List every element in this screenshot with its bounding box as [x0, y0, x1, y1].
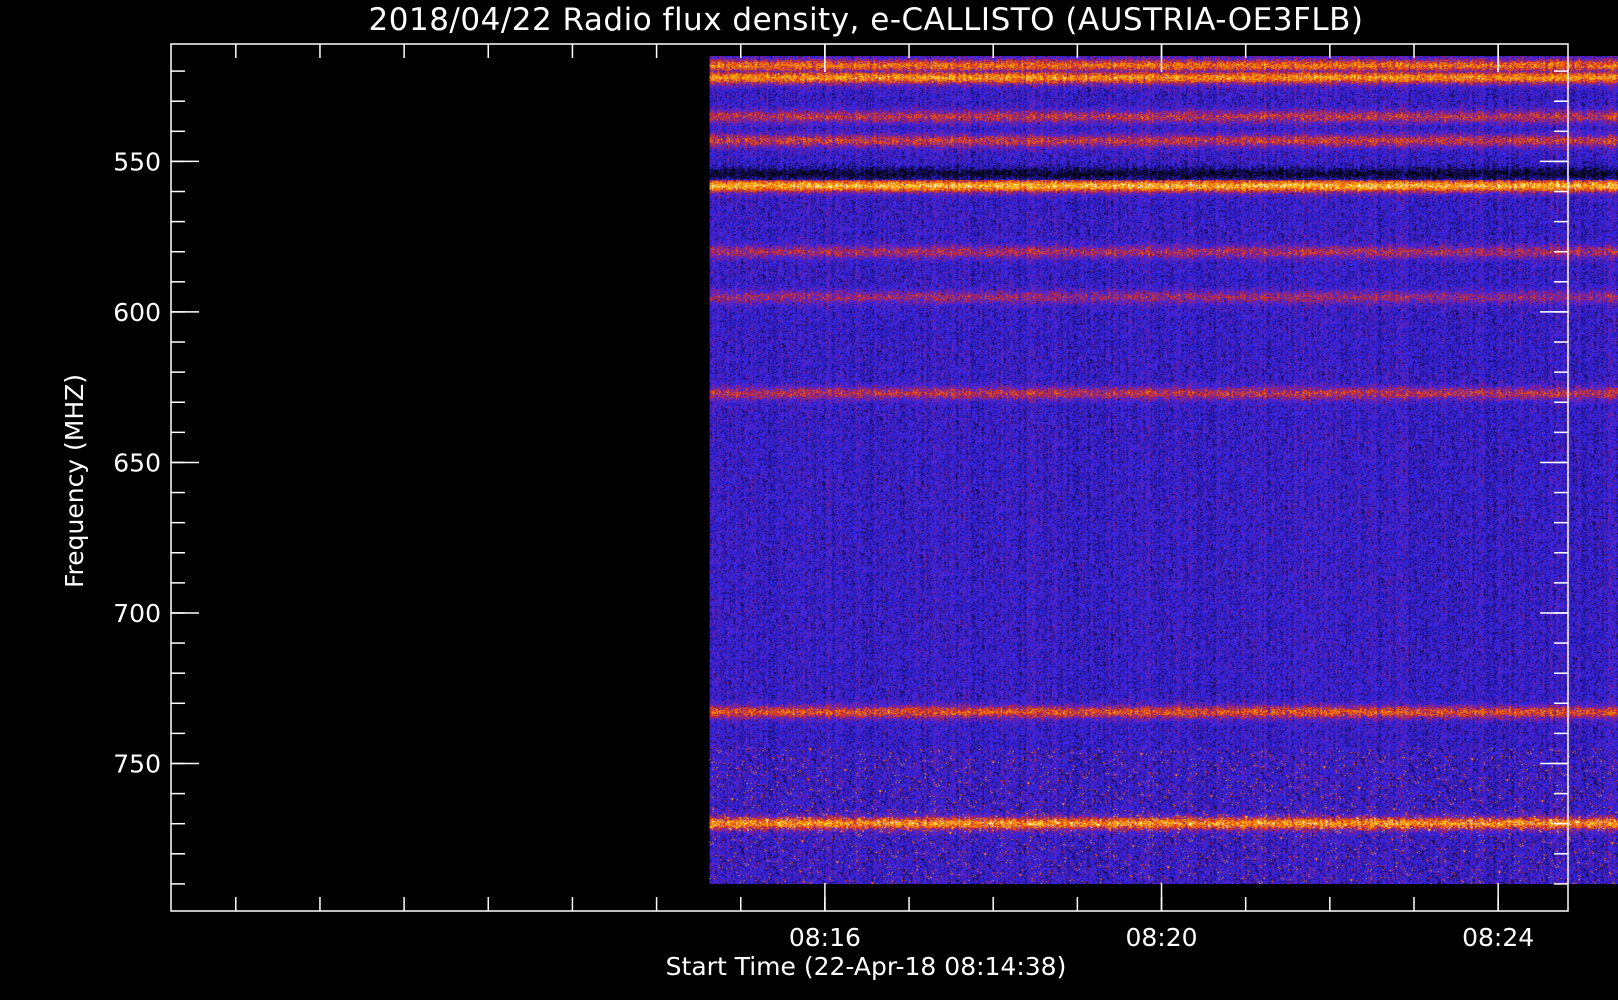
y-axis-label: Frequency (MHZ) — [60, 374, 89, 588]
y-tick-label: 600 — [113, 298, 161, 327]
y-tick-label: 550 — [113, 147, 161, 176]
x-tick-label: 08:16 — [789, 923, 861, 952]
spectrogram-chart: 2018/04/22 Radio flux density, e-CALLIST… — [60, 2, 1618, 981]
spectrogram-image — [709, 56, 1618, 885]
x-axis-label: Start Time (22-Apr-18 08:14:38) — [666, 952, 1067, 981]
spectrogram-heatmap — [709, 56, 1618, 885]
y-tick-label: 650 — [113, 448, 161, 477]
chart-title: 2018/04/22 Radio flux density, e-CALLIST… — [369, 2, 1364, 38]
y-tick-label: 700 — [113, 599, 161, 628]
x-tick-label: 08:24 — [1462, 923, 1534, 952]
y-tick-label: 750 — [113, 749, 161, 778]
x-tick-label: 08:20 — [1126, 923, 1198, 952]
